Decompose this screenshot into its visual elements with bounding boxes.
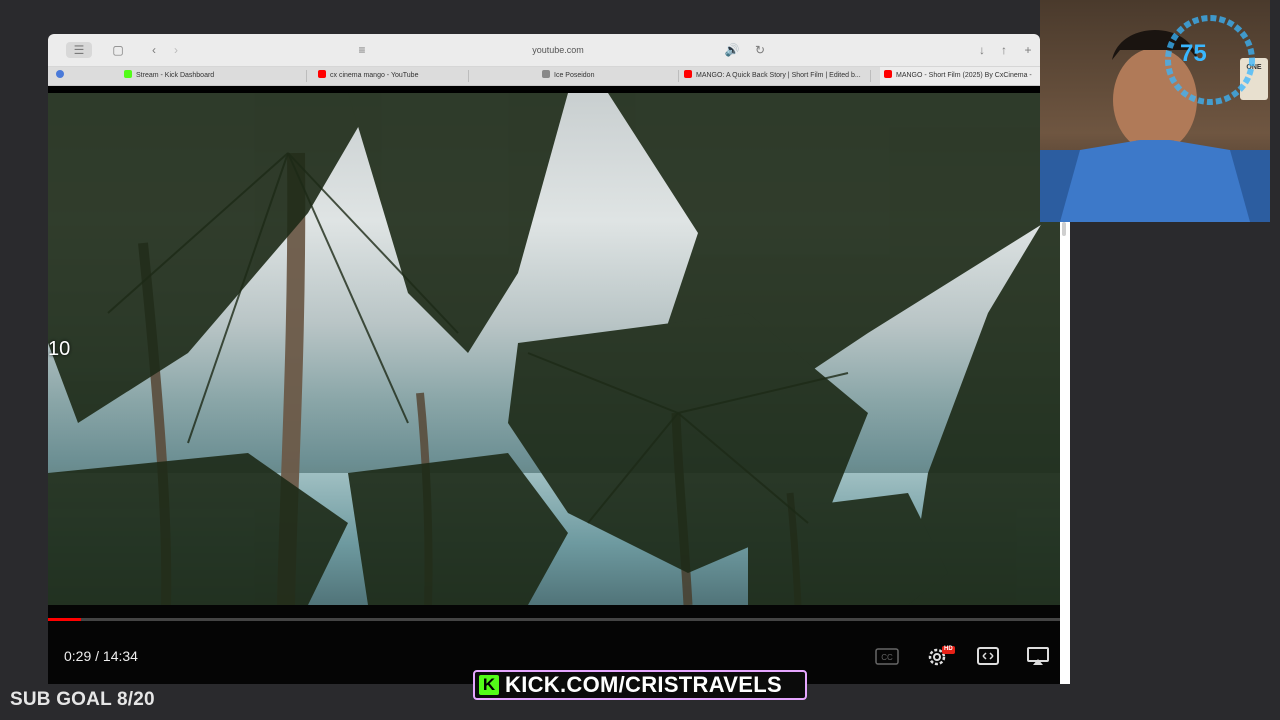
tab-overview-icon[interactable]: ▢ — [110, 42, 126, 58]
theater-mode-button[interactable] — [976, 645, 1000, 667]
cc-icon: CC — [875, 648, 899, 665]
hd-badge: HD — [944, 646, 953, 652]
tab-mango-back-story[interactable]: MANGO: A Quick Back Story | Short Film |… — [680, 67, 870, 85]
captions-button[interactable]: CC — [875, 645, 899, 667]
tab-ice-poseidon[interactable]: Ice Poseidon — [538, 67, 682, 85]
progress-fill — [48, 618, 82, 621]
tab-bar: Stream - Kick Dashboard cx cinema mango … — [48, 67, 1040, 86]
pinned-tab[interactable] — [52, 67, 68, 85]
airplay-button[interactable] — [1026, 645, 1050, 667]
address-bar[interactable]: youtube.com — [448, 43, 668, 57]
tab-mango-short-film[interactable]: MANGO - Short Film (2025) By CxCinema - — [880, 67, 1040, 85]
youtube-icon — [684, 70, 692, 78]
new-tab-icon[interactable]: + — [1020, 42, 1036, 58]
time-display: 0:29 / 14:34 — [64, 648, 138, 664]
gauge-value: 75 — [1180, 40, 1207, 67]
kick-url: KICK.COM/CRISTRAVELS — [505, 672, 782, 697]
theater-icon — [977, 647, 999, 665]
kick-logo-icon: K — [479, 675, 499, 695]
kick-icon — [124, 70, 132, 78]
airplay-icon — [1027, 647, 1049, 665]
video-frame[interactable] — [48, 93, 1060, 605]
youtube-icon — [884, 70, 892, 78]
settings-button[interactable]: HD — [925, 645, 955, 667]
youtube-icon — [318, 70, 326, 78]
page-right-edge — [1060, 222, 1070, 684]
back-icon[interactable]: ‹ — [146, 42, 162, 58]
tab-cx-cinema[interactable]: cx cinema mango - YouTube — [314, 67, 498, 85]
download-icon[interactable]: ↓ — [974, 42, 990, 58]
pinned-icon — [56, 70, 64, 78]
webcam-feed: ONE — [1040, 0, 1270, 222]
share-icon[interactable]: ↑ — [996, 42, 1012, 58]
audio-icon[interactable]: 🔊 — [724, 42, 740, 58]
reload-icon[interactable]: ↻ — [752, 42, 768, 58]
forward-icon[interactable]: › — [168, 42, 184, 58]
streamer-image — [1040, 15, 1270, 222]
sub-goal: SUB GOAL 8/20 — [10, 689, 155, 710]
frame-number: 10 — [48, 338, 71, 360]
page-menu-icon[interactable]: ≡ — [354, 42, 370, 58]
profile-icon — [542, 70, 550, 78]
tab-kick-dashboard[interactable]: Stream - Kick Dashboard — [120, 67, 304, 85]
sidebar-icon[interactable]: ☰ — [66, 42, 92, 58]
progress-bar[interactable] — [48, 618, 1060, 621]
svg-text:CC: CC — [881, 653, 893, 662]
browser-toolbar: ☰ ▢ ‹ › ≡ youtube.com 🔊 ↻ ↓ ↑ + — [48, 34, 1040, 67]
scrollbar[interactable] — [1062, 222, 1066, 236]
palm-trees-image — [48, 93, 1060, 605]
kick-banner: K KICK.COM/CRISTRAVELS — [473, 670, 807, 700]
